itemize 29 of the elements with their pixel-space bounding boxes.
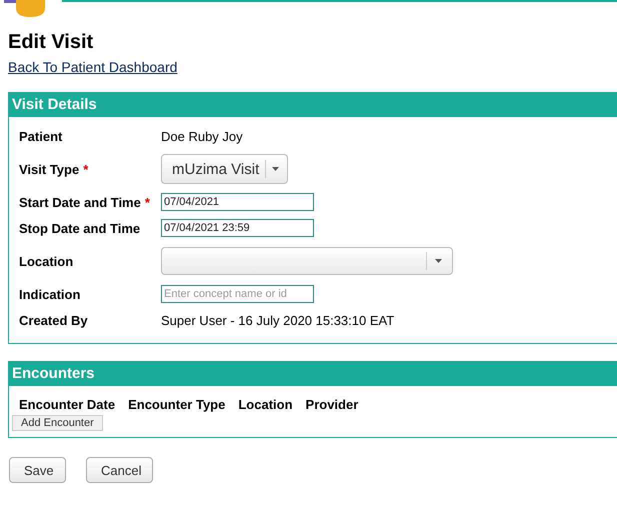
field-label: Stop Date and Time xyxy=(19,220,140,236)
input-field[interactable]: 07/04/2021 xyxy=(161,193,314,211)
caret-icon xyxy=(272,167,280,171)
field-label: Visit Type xyxy=(19,162,80,176)
input-field[interactable]: 07/04/2021 23:59 xyxy=(161,219,314,237)
section-header: Visit Details xyxy=(9,93,617,117)
save-button[interactable]: Save xyxy=(9,457,66,483)
column-header: Encounter Date xyxy=(19,397,116,412)
field-value: Super User - 16 July 2020 15:33:10 EAT xyxy=(161,312,394,328)
section-header: Encounters xyxy=(9,362,617,386)
field-label: Patient xyxy=(19,128,62,144)
column-header: Encounter Type xyxy=(128,397,226,412)
field-value: Doe Ruby Joy xyxy=(161,128,243,144)
input-field[interactable]: Enter concept name or id xyxy=(161,285,314,303)
required-mark: * xyxy=(144,194,150,210)
column-header: Provider xyxy=(306,397,358,412)
field-label: Created By xyxy=(19,312,88,328)
add-encounter-button[interactable]: Add Encounter xyxy=(12,415,103,431)
page-title: Edit Visit xyxy=(8,30,94,54)
field-label: Location xyxy=(19,254,74,268)
location-dropdown[interactable] xyxy=(161,247,453,275)
field-label: Start Date and Time xyxy=(19,194,141,210)
caret-icon xyxy=(435,259,442,263)
visit-type-dropdown[interactable]: mUzima Visit xyxy=(161,154,288,184)
field-label: Indication xyxy=(19,286,80,302)
required-mark: * xyxy=(83,162,88,176)
cancel-button[interactable]: Cancel xyxy=(86,457,153,483)
back-link[interactable]: Back To Patient Dashboard xyxy=(8,59,178,75)
column-header: Location xyxy=(238,397,293,412)
